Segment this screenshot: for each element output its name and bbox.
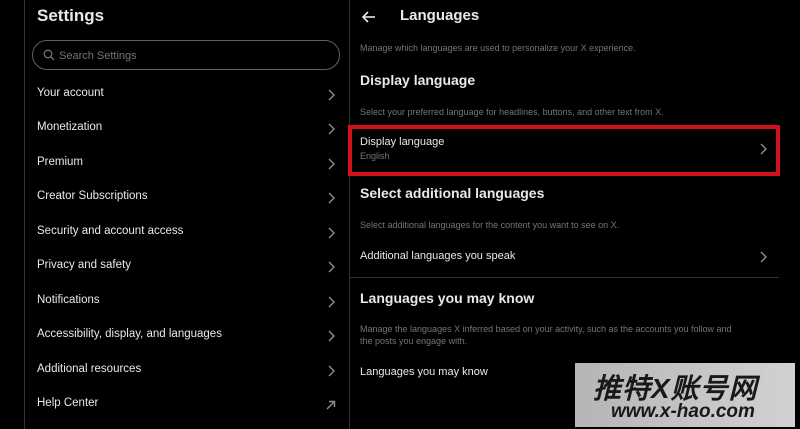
chevron-right-icon bbox=[328, 227, 335, 239]
chevron-right-icon bbox=[328, 89, 335, 101]
sidebar-item-privacy[interactable]: Privacy and safety bbox=[25, 250, 349, 284]
chevron-right-icon bbox=[328, 192, 335, 204]
chevron-right-icon bbox=[328, 296, 335, 308]
search-icon bbox=[43, 49, 55, 61]
settings-title: Settings bbox=[37, 6, 105, 25]
chevron-right-icon bbox=[328, 330, 335, 342]
sidebar-item-accessibility[interactable]: Accessibility, display, and languages bbox=[25, 319, 349, 353]
sidebar-item-monetization[interactable]: Monetization bbox=[25, 112, 349, 146]
external-link-arrow-icon bbox=[326, 400, 336, 410]
languages-may-know-description-line2: the posts you engage with. bbox=[360, 336, 468, 346]
display-language-row[interactable]: Display language English bbox=[349, 128, 779, 172]
watermark-text-line2: www.x-hao.com bbox=[611, 401, 755, 422]
additional-languages-row-label: Additional languages you speak bbox=[360, 250, 516, 262]
display-language-description: Select your preferred language for headl… bbox=[360, 107, 664, 117]
sidebar-item-label: Notifications bbox=[37, 294, 100, 306]
languages-intro-text: Manage which languages are used to perso… bbox=[360, 43, 636, 53]
watermark: 推特X账号网 www.x-hao.com bbox=[575, 363, 795, 427]
sidebar-item-security[interactable]: Security and account access bbox=[25, 216, 349, 250]
back-arrow-icon[interactable] bbox=[359, 8, 379, 26]
display-language-value: English bbox=[360, 151, 390, 161]
sidebar-item-label: Monetization bbox=[37, 121, 103, 133]
sidebar-item-label: Privacy and safety bbox=[37, 259, 131, 271]
sidebar-item-label: Your account bbox=[37, 87, 104, 99]
sidebar-item-label: Accessibility, display, and languages bbox=[37, 328, 222, 340]
chevron-right-icon bbox=[760, 251, 767, 263]
chevron-right-icon bbox=[328, 365, 335, 377]
sidebar-item-premium[interactable]: Premium bbox=[25, 147, 349, 181]
sidebar-item-label: Creator Subscriptions bbox=[37, 190, 148, 202]
settings-sidebar: Settings Your account Monetization Premi… bbox=[24, 0, 350, 429]
sidebar-item-additional-resources[interactable]: Additional resources bbox=[25, 354, 349, 388]
additional-languages-heading: Select additional languages bbox=[360, 185, 545, 201]
sidebar-item-label: Help Center bbox=[37, 397, 99, 409]
section-divider bbox=[349, 277, 779, 278]
display-language-row-label: Display language bbox=[360, 136, 445, 148]
display-language-heading: Display language bbox=[360, 72, 476, 88]
sidebar-item-help-center[interactable]: Help Center bbox=[25, 388, 349, 422]
sidebar-item-notifications[interactable]: Notifications bbox=[25, 285, 349, 319]
sidebar-item-creator-subscriptions[interactable]: Creator Subscriptions bbox=[25, 181, 349, 215]
languages-may-know-heading: Languages you may know bbox=[360, 290, 535, 306]
languages-may-know-description-line1: Manage the languages X inferred based on… bbox=[360, 324, 732, 334]
additional-languages-row[interactable]: Additional languages you speak bbox=[349, 240, 779, 274]
search-input[interactable] bbox=[57, 41, 331, 71]
sidebar-item-label: Additional resources bbox=[37, 363, 142, 375]
search-box[interactable] bbox=[32, 40, 340, 71]
chevron-right-icon bbox=[328, 123, 335, 135]
chevron-right-icon bbox=[328, 261, 335, 273]
chevron-right-icon bbox=[760, 143, 767, 155]
sidebar-item-label: Security and account access bbox=[37, 225, 184, 237]
page-title: Languages bbox=[400, 7, 480, 24]
additional-languages-description: Select additional languages for the cont… bbox=[360, 220, 620, 230]
sidebar-item-label: Premium bbox=[37, 156, 84, 168]
sidebar-item-your-account[interactable]: Your account bbox=[25, 78, 349, 112]
chevron-right-icon bbox=[328, 158, 335, 170]
languages-may-know-row-label: Languages you may know bbox=[360, 366, 488, 378]
